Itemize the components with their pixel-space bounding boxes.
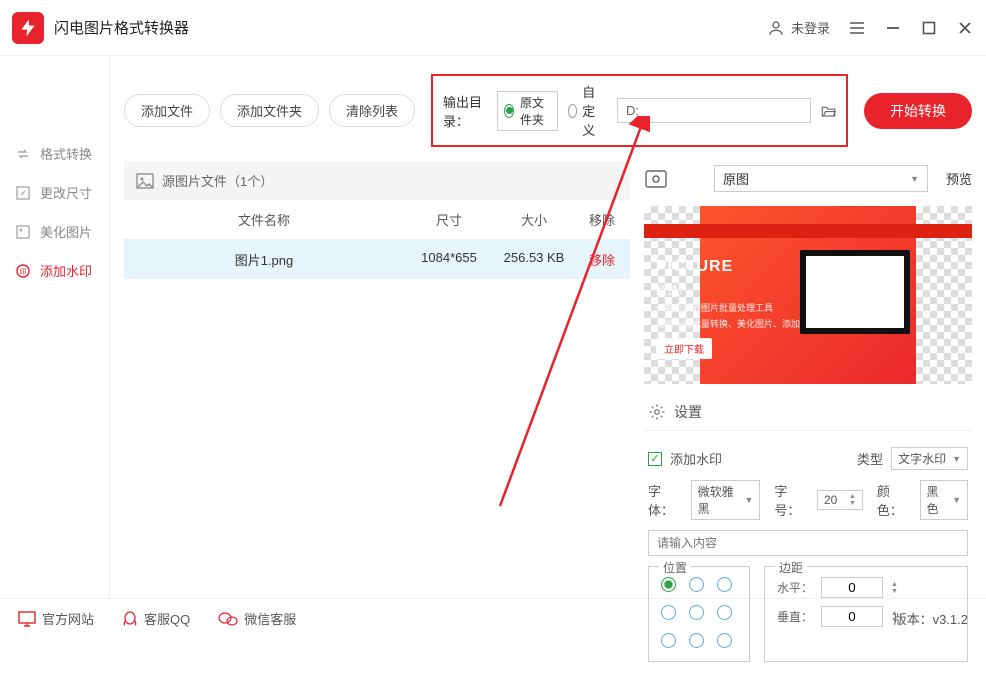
toolbar: 添加文件 添加文件夹 清除列表 输出目录： 原文件夹 自定义 开始转换 [110, 56, 986, 161]
maximize-button[interactable] [920, 19, 938, 37]
cell-bytes: 256.53 KB [494, 240, 574, 279]
preview-select[interactable]: 原图 ▼ [714, 165, 928, 192]
menu-icon[interactable] [848, 19, 866, 37]
app-title: 闪电图片格式转换器 [54, 17, 189, 38]
pos-br[interactable] [717, 633, 732, 648]
output-label: 输出目录： [443, 92, 487, 130]
beautify-icon [14, 223, 32, 241]
font-select[interactable]: 微软雅黑▼ [691, 480, 761, 520]
col-size: 尺寸 [404, 200, 494, 239]
user-icon [767, 19, 785, 37]
margin-h-input[interactable] [821, 577, 883, 598]
color-select[interactable]: 黑色▼ [920, 480, 969, 520]
browse-folder-icon[interactable] [821, 102, 836, 120]
pos-mr[interactable] [717, 605, 732, 620]
pos-ml[interactable] [661, 605, 676, 620]
watermark-icon: 印 [14, 262, 32, 280]
add-file-button[interactable]: 添加文件 [124, 94, 210, 127]
preview-icon [644, 169, 668, 189]
pos-bc[interactable] [689, 633, 704, 648]
cell-size: 1084*655 [404, 240, 494, 279]
col-bytes: 大小 [494, 200, 574, 239]
output-directory-box: 输出目录： 原文件夹 自定义 [431, 74, 848, 147]
cell-remove[interactable]: 移除 [574, 240, 630, 279]
settings-header: 设置 [644, 394, 972, 431]
minimize-button[interactable] [884, 19, 902, 37]
radio-original-folder[interactable]: 原文件夹 [497, 91, 557, 131]
close-button[interactable] [956, 19, 974, 37]
margin-h-spin[interactable]: ▲▼ [891, 581, 898, 595]
pos-bl[interactable] [661, 633, 676, 648]
add-folder-button[interactable]: 添加文件夹 [220, 94, 319, 127]
cell-name: 图片1.png [124, 240, 404, 279]
watermark-checkbox[interactable]: ✓ [648, 452, 662, 466]
titlebar: 闪电图片格式转换器 未登录 [0, 0, 986, 56]
pos-tr[interactable] [717, 577, 732, 592]
sidebar-item-watermark[interactable]: 印 添加水印 [0, 251, 109, 290]
monitor-icon [18, 611, 36, 627]
watermark-text-input[interactable] [648, 530, 968, 556]
start-convert-button[interactable]: 开始转换 [864, 93, 972, 129]
app-logo [12, 12, 44, 44]
col-name: 文件名称 [124, 200, 404, 239]
margin-fieldset: 边距 水平： ▲▼ 垂直： ▲▼ [764, 566, 968, 662]
preview-image: PICTURE 超赞！ 一款全新的图片批量处理工具 支持一键批量转换、美化图片、… [644, 206, 972, 384]
margin-v-input[interactable] [821, 606, 883, 627]
sidebar-item-resize[interactable]: 更改尺寸 [0, 173, 109, 212]
col-remove: 移除 [574, 200, 630, 239]
svg-text:印: 印 [20, 268, 27, 276]
table-row[interactable]: 图片1.png 1084*655 256.53 KB 移除 [124, 240, 630, 279]
pos-mc[interactable] [689, 605, 704, 620]
watermark-label: 添加水印 [670, 449, 722, 468]
radio-custom-folder[interactable]: 自定义 [568, 82, 607, 139]
path-input[interactable] [617, 98, 811, 123]
sidebar: 格式转换 更改尺寸 美化图片 印 添加水印 [0, 56, 110, 598]
table-header: 文件名称 尺寸 大小 移除 [124, 200, 630, 240]
preview-title: 预览 [946, 169, 972, 188]
sidebar-item-beautify[interactable]: 美化图片 [0, 212, 109, 251]
image-icon [136, 173, 154, 189]
position-grid[interactable] [661, 577, 737, 653]
gear-icon [648, 403, 666, 421]
margin-v-spin[interactable]: ▲▼ [891, 610, 898, 624]
official-website-link[interactable]: 官方网站 [18, 609, 94, 628]
font-size-input[interactable]: 20▲▼ [817, 490, 863, 510]
position-fieldset: 位置 [648, 566, 750, 662]
resize-icon [14, 184, 32, 202]
clear-list-button[interactable]: 清除列表 [329, 94, 415, 127]
pos-tc[interactable] [689, 577, 704, 592]
source-files-header: 源图片文件（1个） [124, 161, 630, 200]
sidebar-item-format[interactable]: 格式转换 [0, 134, 109, 173]
preview-bar: 原图 ▼ 预览 [644, 161, 972, 196]
type-select[interactable]: 文字水印▼ [891, 447, 968, 470]
convert-icon [14, 145, 32, 163]
pos-tl[interactable] [661, 577, 676, 592]
login-button[interactable]: 未登录 [767, 18, 830, 37]
